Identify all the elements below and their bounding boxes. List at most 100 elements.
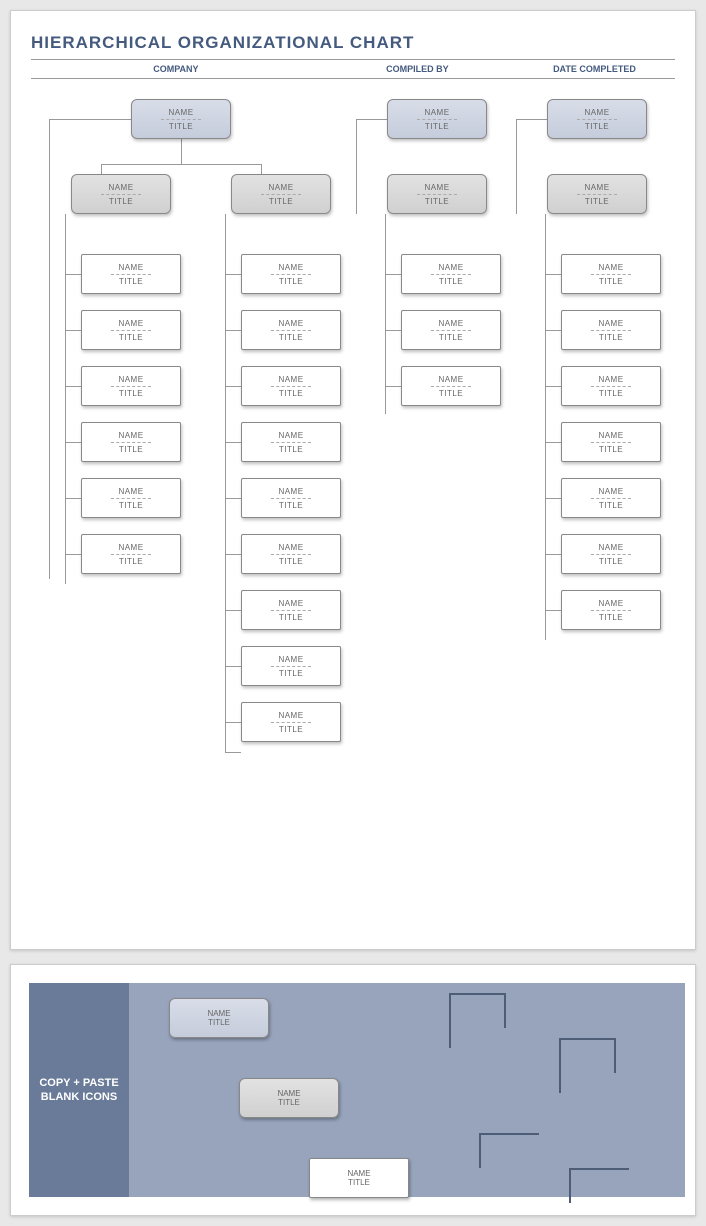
box-title: TITLE (82, 501, 180, 510)
palette-connector[interactable] (504, 993, 506, 1028)
org-box-leaf[interactable]: NAMETITLE (561, 478, 661, 518)
org-box-leaf[interactable]: NAMETITLE (401, 254, 501, 294)
box-name: NAME (242, 263, 340, 272)
palette-box-plain[interactable]: NAME TITLE (309, 1158, 409, 1198)
org-box-leaf[interactable]: NAMETITLE (81, 310, 181, 350)
palette-connector[interactable] (569, 1168, 629, 1170)
box-name: NAME (132, 108, 230, 117)
org-box-leaf[interactable]: NAMETITLE (561, 590, 661, 630)
connector (225, 722, 241, 723)
box-title: TITLE (242, 557, 340, 566)
connector (225, 666, 241, 667)
connector (65, 386, 81, 387)
connector (385, 330, 401, 331)
box-name: NAME (388, 183, 486, 192)
org-box-leaf[interactable]: NAMETITLE (241, 478, 341, 518)
palette-connector[interactable] (614, 1038, 616, 1073)
connector (545, 498, 561, 499)
org-box-leaf[interactable]: NAMETITLE (241, 534, 341, 574)
palette-connector[interactable] (479, 1133, 481, 1168)
org-box-leaf[interactable]: NAMETITLE (241, 310, 341, 350)
box-divider (271, 330, 311, 331)
connector (516, 119, 517, 214)
palette-box-mid[interactable]: NAME TITLE (239, 1078, 339, 1118)
org-box-leaf[interactable]: NAMETITLE (241, 646, 341, 686)
box-title: TITLE (242, 613, 340, 622)
org-box-leaf[interactable]: NAME TITLE (241, 590, 341, 630)
org-box-leaf[interactable]: NAMETITLE (561, 366, 661, 406)
org-box-leaf[interactable]: NAMETITLE (241, 422, 341, 462)
org-box-leaf[interactable]: NAMETITLE (561, 534, 661, 574)
palette-page: COPY + PASTE BLANK ICONS NAME TITLE NAME… (10, 964, 696, 1216)
box-title: TITLE (562, 277, 660, 286)
box-divider (271, 666, 311, 667)
palette-connector[interactable] (569, 1168, 571, 1203)
palette-connector[interactable] (479, 1133, 539, 1135)
box-divider (271, 498, 311, 499)
connector (225, 330, 241, 331)
chart-page: HIERARCHICAL ORGANIZATIONAL CHART COMPAN… (10, 10, 696, 950)
palette-box-top[interactable]: NAME TITLE (169, 998, 269, 1038)
box-title: TITLE (242, 277, 340, 286)
box-title: TITLE (388, 197, 486, 206)
box-divider (591, 386, 631, 387)
org-box-leaf[interactable]: NAMETITLE (81, 254, 181, 294)
org-box-leaf[interactable]: NAME TITLE (241, 254, 341, 294)
org-box-leaf[interactable]: NAMETITLE (241, 702, 341, 742)
box-divider (111, 442, 151, 443)
box-title: TITLE (548, 122, 646, 131)
box-divider (431, 330, 471, 331)
box-name: NAME (82, 431, 180, 440)
box-title: TITLE (562, 333, 660, 342)
org-box-mid1[interactable]: NAME TITLE (71, 174, 171, 214)
org-box-leaf[interactable]: NAMETITLE (81, 366, 181, 406)
org-box-mid3[interactable]: NAME TITLE (387, 174, 487, 214)
box-title: TITLE (562, 557, 660, 566)
org-box-root2[interactable]: NAME TITLE (387, 99, 487, 139)
box-name: NAME (562, 487, 660, 496)
box-title: TITLE (242, 389, 340, 398)
palette-connector[interactable] (559, 1038, 614, 1040)
palette-connector[interactable] (449, 993, 504, 995)
box-divider (591, 498, 631, 499)
box-title: TITLE (562, 613, 660, 622)
connector (545, 442, 561, 443)
box-title: TITLE (242, 445, 340, 454)
org-box-leaf[interactable]: NAMETITLE (81, 534, 181, 574)
box-title: TITLE (562, 389, 660, 398)
org-box-leaf[interactable]: NAMETITLE (81, 478, 181, 518)
connector (545, 386, 561, 387)
box-name: NAME (82, 319, 180, 328)
header-compiled: COMPILED BY (321, 60, 514, 78)
org-box-root1[interactable]: NAME TITLE (131, 99, 231, 139)
palette-connector[interactable] (449, 993, 451, 1048)
connector (225, 752, 241, 753)
box-divider (431, 274, 471, 275)
org-box-mid4[interactable]: NAME TITLE (547, 174, 647, 214)
box-divider (271, 610, 311, 611)
box-name: NAME (82, 543, 180, 552)
box-name: NAME (242, 599, 340, 608)
box-title: TITLE (242, 669, 340, 678)
org-box-leaf[interactable]: NAMETITLE (561, 422, 661, 462)
org-box-root3[interactable]: NAME TITLE (547, 99, 647, 139)
org-box-leaf[interactable]: NAME TITLE (561, 310, 661, 350)
box-title: TITLE (388, 122, 486, 131)
org-box-leaf[interactable]: NAMETITLE (81, 422, 181, 462)
connector (385, 274, 401, 275)
box-name: NAME (562, 319, 660, 328)
org-box-leaf[interactable]: NAMETITLE (561, 254, 661, 294)
box-divider (417, 119, 457, 120)
box-divider (111, 274, 151, 275)
palette-connector[interactable] (559, 1038, 561, 1093)
org-box-leaf[interactable]: NAMETITLE (401, 366, 501, 406)
palette: COPY + PASTE BLANK ICONS NAME TITLE NAME… (11, 965, 695, 1215)
org-box-leaf[interactable]: NAMETITLE (241, 366, 341, 406)
org-box-leaf[interactable]: NAMETITLE (401, 310, 501, 350)
box-name: NAME (82, 375, 180, 384)
box-title: TITLE (242, 333, 340, 342)
box-divider (591, 442, 631, 443)
org-box-mid2[interactable]: NAME TITLE (231, 174, 331, 214)
box-title: TITLE (242, 725, 340, 734)
palette-body: NAME TITLE NAME TITLE NAME TITLE (129, 983, 685, 1197)
